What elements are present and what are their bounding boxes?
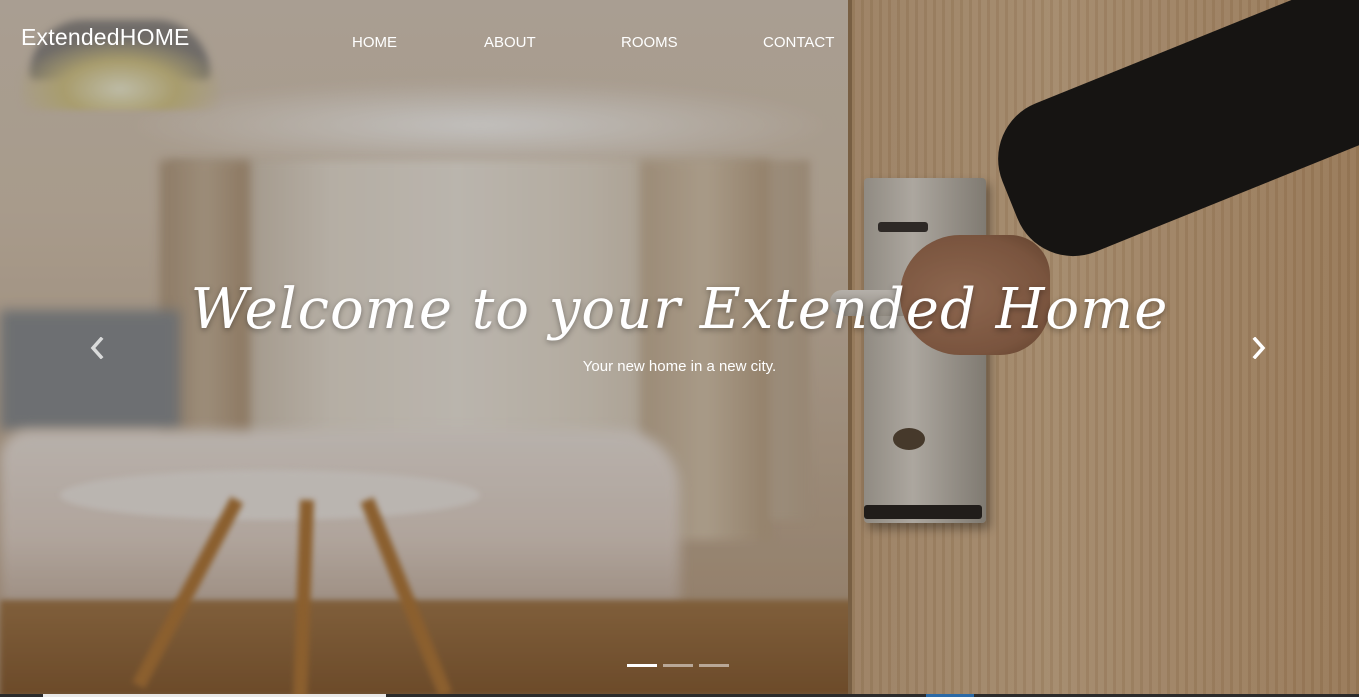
nav-item-rooms: ROOMS bbox=[621, 34, 678, 52]
nav-link-contact[interactable]: CONTACT bbox=[763, 34, 834, 51]
nav-item-about: ABOUT bbox=[484, 34, 536, 52]
chevron-right-icon bbox=[1252, 337, 1266, 359]
nav-link-about[interactable]: ABOUT bbox=[484, 34, 536, 51]
nav-item-contact: CONTACT bbox=[763, 34, 834, 52]
hero-carousel: ExtendedHOME HOME ABOUT ROOMS CONTACT We… bbox=[0, 0, 1359, 697]
carousel-prev-button[interactable] bbox=[77, 330, 117, 366]
chevron-left-icon bbox=[90, 337, 104, 359]
nav-item-home: HOME bbox=[352, 34, 397, 52]
main-nav: HOME ABOUT ROOMS CONTACT bbox=[0, 34, 1359, 54]
carousel-next-button[interactable] bbox=[1239, 330, 1279, 366]
carousel-indicators bbox=[627, 664, 729, 670]
carousel-indicator-2[interactable] bbox=[663, 664, 693, 667]
carousel-indicator-3[interactable] bbox=[699, 664, 729, 667]
nav-link-home[interactable]: HOME bbox=[352, 34, 397, 51]
hero-headline: Welcome to your Extended Home bbox=[190, 277, 1169, 342]
carousel-indicator-1[interactable] bbox=[627, 664, 657, 667]
carousel-caption: Welcome to your Extended Home Your new h… bbox=[0, 268, 1359, 375]
nav-link-rooms[interactable]: ROOMS bbox=[621, 34, 678, 51]
hero-subtitle: Your new home in a new city. bbox=[582, 358, 777, 375]
